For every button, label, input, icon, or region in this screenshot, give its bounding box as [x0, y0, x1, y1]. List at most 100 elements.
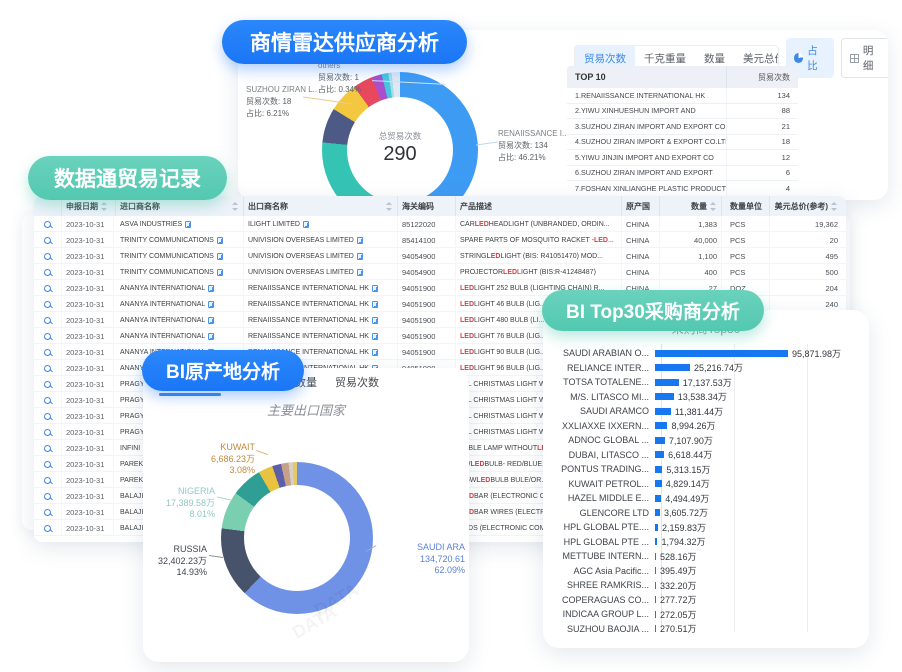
callout-others: others 贸易次数: 1 占比: 0.34%: [318, 60, 361, 96]
origin-tab[interactable]: 贸易次数: [335, 374, 379, 390]
search-icon[interactable]: [44, 237, 51, 244]
search-icon[interactable]: [44, 317, 51, 324]
bar-row: SAUDI ARABIAN O... 95,871.98万: [551, 346, 865, 361]
bar: [655, 582, 656, 589]
bar-row: INDICAA GROUP L... 272.05万: [551, 607, 865, 622]
callout-russia: RUSSIA 32,402.23万 14.93%: [143, 544, 207, 579]
copy-icon[interactable]: [217, 237, 223, 244]
bar: [655, 350, 788, 357]
search-icon[interactable]: [44, 269, 51, 276]
search-icon[interactable]: [44, 429, 51, 436]
bar: [655, 596, 656, 603]
copy-icon[interactable]: [372, 333, 378, 340]
bar-row: XXLIAXXE IXXERN... 8,994.26万: [551, 419, 865, 434]
copy-icon[interactable]: [217, 269, 223, 276]
bar-row: PONTUS TRADING... 5,313.15万: [551, 462, 865, 477]
bar: [655, 611, 656, 618]
bar: [655, 422, 667, 429]
bar-row: M/S. LITASCO MI... 13,538.34万: [551, 390, 865, 405]
top10-row: 3.SUZHOU ZIRAN IMPORT AND EXPORT CO. 21: [567, 119, 798, 135]
search-icon[interactable]: [44, 365, 51, 372]
copy-icon[interactable]: [217, 253, 223, 260]
search-icon[interactable]: [44, 333, 51, 340]
callout-renaissance: RENAIISSANCE I.. 贸易次数: 134 占比: 46.21%: [498, 128, 566, 164]
dashboard: 贸易次数千克重量数量美元总价 占比 明细 总贸易次数 290 others 贸易…: [0, 0, 902, 672]
bar: [655, 480, 662, 487]
sort-icon[interactable]: [710, 202, 717, 211]
search-icon[interactable]: [44, 461, 51, 468]
sort-icon[interactable]: [831, 202, 838, 211]
origin-analysis-pill: BI原产地分析: [142, 350, 304, 391]
sort-icon[interactable]: [386, 202, 393, 211]
sort-icon[interactable]: [232, 202, 239, 211]
top10-header: TOP 10 贸易次数: [567, 66, 798, 88]
search-icon[interactable]: [44, 477, 51, 484]
search-icon[interactable]: [44, 253, 51, 260]
bar: [655, 625, 656, 632]
search-icon[interactable]: [44, 397, 51, 404]
copy-icon[interactable]: [357, 253, 363, 260]
search-icon[interactable]: [44, 509, 51, 516]
copy-icon[interactable]: [208, 301, 214, 308]
trade-records-pill: 数据通贸易记录: [28, 156, 227, 200]
buyer-top30-panel: 采购商Top30 SAUDI ARABIAN O... 95,871.98万 R…: [543, 310, 869, 648]
detail-toggle[interactable]: 明细: [841, 38, 888, 78]
top10-row: 2.YIWU XINHUESHUN IMPORT AND 88: [567, 104, 798, 120]
copy-icon[interactable]: [208, 285, 214, 292]
copy-icon[interactable]: [372, 317, 378, 324]
bar: [655, 451, 664, 458]
buyer-analysis-pill: BI Top30采购商分析: [542, 290, 764, 331]
table-row: 2023-10-31 TRINITY COMMUNICATIONS UNIVIS…: [34, 264, 846, 280]
copy-icon[interactable]: [208, 333, 214, 340]
origin-tabs: 数量贸易次数: [295, 374, 379, 390]
copy-icon[interactable]: [372, 301, 378, 308]
callout-line: [256, 450, 268, 455]
bar-row: RELIANCE INTER... 25,216.74万: [551, 361, 865, 376]
bar: [655, 509, 660, 516]
bar-row: SUZHOU BAOJIA ... 270.51万: [551, 622, 865, 637]
search-icon[interactable]: [44, 413, 51, 420]
callout-line: [476, 141, 498, 145]
bar-row: DUBAI, LITASCO ... 6,618.44万: [551, 448, 865, 463]
bar: [655, 524, 658, 531]
bar: [655, 437, 665, 444]
copy-icon[interactable]: [372, 349, 378, 356]
search-icon[interactable]: [44, 493, 51, 500]
bar-row: TOTSA TOTALENE... 17,137.53万: [551, 375, 865, 390]
callout-nigeria: NIGERIA 17,389.58万 8.01%: [143, 486, 215, 521]
copy-icon[interactable]: [357, 237, 363, 244]
search-icon[interactable]: [44, 525, 51, 532]
copy-icon[interactable]: [303, 221, 309, 228]
table-row: 2023-10-31 TRINITY COMMUNICATIONS UNIVIS…: [34, 248, 846, 264]
search-icon[interactable]: [44, 349, 51, 356]
bar-row: SHREE RAMKRIS... 332.20万: [551, 578, 865, 593]
copy-icon[interactable]: [372, 285, 378, 292]
search-icon[interactable]: [44, 381, 51, 388]
pie-chart-icon: [794, 53, 803, 63]
bar: [655, 379, 679, 386]
search-icon[interactable]: [44, 301, 51, 308]
top10-row: 4.SUZHOU ZIRAN IMPORT & EXPORT CO.LTD 18: [567, 135, 798, 151]
bar: [655, 408, 671, 415]
bar: [655, 466, 662, 473]
table-row: 2023-10-31 TRINITY COMMUNICATIONS UNIVIS…: [34, 232, 846, 248]
callout-kuwait: KUWAIT 6,686.23万 3.08%: [163, 442, 255, 477]
copy-icon[interactable]: [185, 221, 191, 228]
grid-icon: [850, 54, 858, 63]
origin-analysis-panel: 数量贸易次数 主要出口国家 KUWAIT 6,686.23万 3.08% NIG…: [143, 368, 469, 662]
search-icon[interactable]: [44, 285, 51, 292]
callout-suzhou: SUZHOU ZIRAN L.. 贸易次数: 18 占比: 6.21%: [246, 84, 317, 120]
bar-row: GLENCORE LTD 3,605.72万: [551, 506, 865, 521]
bar: [655, 495, 661, 502]
search-icon[interactable]: [44, 221, 51, 228]
bar-row: SAUDI ARAMCO 11,381.44万: [551, 404, 865, 419]
copy-icon[interactable]: [208, 317, 214, 324]
search-icon[interactable]: [44, 445, 51, 452]
selected-tab-underline: [159, 393, 221, 396]
sort-icon[interactable]: [101, 202, 108, 211]
top10-table: TOP 10 贸易次数 1.RENAIISSANCE INTERNATIONAL…: [567, 66, 798, 200]
origin-chart-title: 主要出口国家: [143, 400, 469, 419]
callout-line: [209, 555, 223, 558]
top10-title: TOP 10: [567, 66, 727, 88]
copy-icon[interactable]: [357, 269, 363, 276]
